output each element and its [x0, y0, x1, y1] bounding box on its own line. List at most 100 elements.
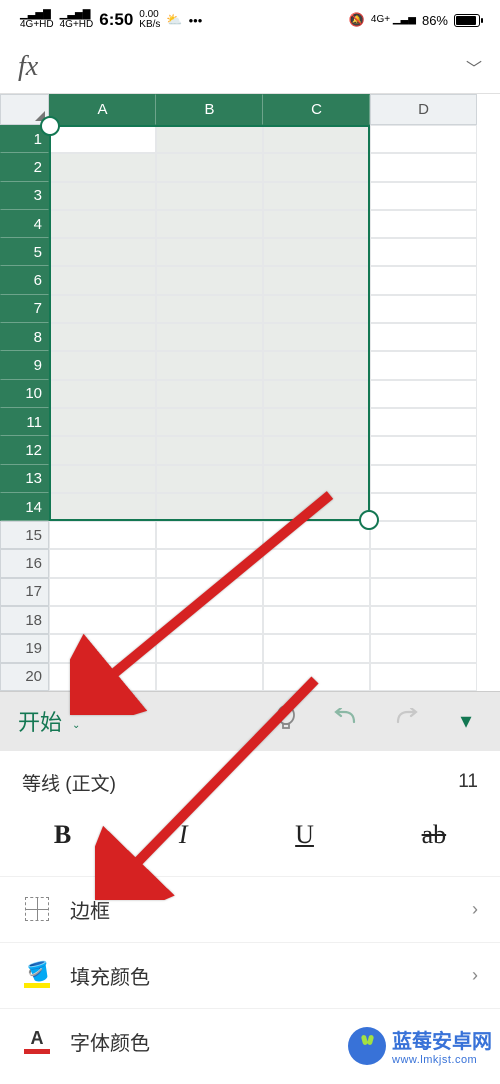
cell-B14[interactable]	[156, 493, 263, 521]
spreadsheet[interactable]: ABCD1234567891011121314151617181920	[0, 94, 500, 691]
select-all-corner[interactable]	[0, 94, 49, 125]
cell-B4[interactable]	[156, 210, 263, 238]
redo-icon[interactable]	[376, 708, 436, 734]
cell-A12[interactable]	[49, 436, 156, 464]
cell-D16[interactable]	[370, 549, 477, 577]
fx-icon[interactable]: fx	[18, 51, 38, 83]
cell-D13[interactable]	[370, 465, 477, 493]
cell-C18[interactable]	[263, 606, 370, 634]
cell-D19[interactable]	[370, 634, 477, 662]
cell-C20[interactable]	[263, 663, 370, 691]
italic-button[interactable]: I	[179, 820, 188, 850]
row-header-18[interactable]: 18	[0, 606, 49, 634]
cell-D6[interactable]	[370, 266, 477, 294]
cell-D12[interactable]	[370, 436, 477, 464]
cell-A2[interactable]	[49, 153, 156, 181]
cell-C8[interactable]	[263, 323, 370, 351]
cell-D11[interactable]	[370, 408, 477, 436]
cell-C9[interactable]	[263, 351, 370, 379]
cell-A4[interactable]	[49, 210, 156, 238]
undo-icon[interactable]	[316, 708, 376, 734]
cell-A19[interactable]	[49, 634, 156, 662]
font-name[interactable]: 等线 (正文)	[22, 769, 116, 796]
cell-C6[interactable]	[263, 266, 370, 294]
expand-formula-icon[interactable]: ﹀	[466, 55, 482, 79]
cell-B9[interactable]	[156, 351, 263, 379]
cell-C10[interactable]	[263, 380, 370, 408]
cell-D15[interactable]	[370, 521, 477, 549]
cell-B6[interactable]	[156, 266, 263, 294]
cell-D18[interactable]	[370, 606, 477, 634]
cell-A9[interactable]	[49, 351, 156, 379]
cell-C7[interactable]	[263, 295, 370, 323]
cell-B11[interactable]	[156, 408, 263, 436]
cell-A10[interactable]	[49, 380, 156, 408]
cell-D9[interactable]	[370, 351, 477, 379]
row-header-19[interactable]: 19	[0, 634, 49, 662]
cell-B16[interactable]	[156, 549, 263, 577]
cell-C17[interactable]	[263, 578, 370, 606]
cell-C1[interactable]	[263, 125, 370, 153]
cell-C14[interactable]	[263, 493, 370, 521]
column-header-D[interactable]: D	[370, 94, 477, 125]
cell-D2[interactable]	[370, 153, 477, 181]
cell-B19[interactable]	[156, 634, 263, 662]
cell-B18[interactable]	[156, 606, 263, 634]
bold-button[interactable]: B	[54, 820, 71, 850]
cell-D7[interactable]	[370, 295, 477, 323]
row-header-16[interactable]: 16	[0, 549, 49, 577]
row-header-5[interactable]: 5	[0, 238, 49, 266]
cell-A3[interactable]	[49, 182, 156, 210]
cell-C13[interactable]	[263, 465, 370, 493]
column-header-C[interactable]: C	[263, 94, 370, 125]
strikethrough-button[interactable]: ab	[422, 820, 447, 850]
row-header-20[interactable]: 20	[0, 663, 49, 691]
cell-D4[interactable]	[370, 210, 477, 238]
cell-B17[interactable]	[156, 578, 263, 606]
row-header-7[interactable]: 7	[0, 295, 49, 323]
cell-A17[interactable]	[49, 578, 156, 606]
cell-C12[interactable]	[263, 436, 370, 464]
row-header-10[interactable]: 10	[0, 380, 49, 408]
row-header-14[interactable]: 14	[0, 493, 49, 521]
cell-A5[interactable]	[49, 238, 156, 266]
row-header-15[interactable]: 15	[0, 521, 49, 549]
cell-D5[interactable]	[370, 238, 477, 266]
cell-A11[interactable]	[49, 408, 156, 436]
row-header-17[interactable]: 17	[0, 578, 49, 606]
row-header-12[interactable]: 12	[0, 436, 49, 464]
cell-A18[interactable]	[49, 606, 156, 634]
cell-C15[interactable]	[263, 521, 370, 549]
lightbulb-icon[interactable]	[256, 705, 316, 737]
cell-C11[interactable]	[263, 408, 370, 436]
row-header-13[interactable]: 13	[0, 465, 49, 493]
cell-D20[interactable]	[370, 663, 477, 691]
row-header-2[interactable]: 2	[0, 153, 49, 181]
cell-B20[interactable]	[156, 663, 263, 691]
cell-A14[interactable]	[49, 493, 156, 521]
cell-B1[interactable]	[156, 125, 263, 153]
cell-B12[interactable]	[156, 436, 263, 464]
font-row[interactable]: 等线 (正文) 11	[0, 751, 500, 798]
cell-D10[interactable]	[370, 380, 477, 408]
cell-A20[interactable]	[49, 663, 156, 691]
cell-C4[interactable]	[263, 210, 370, 238]
row-header-3[interactable]: 3	[0, 182, 49, 210]
cell-A8[interactable]	[49, 323, 156, 351]
cell-D17[interactable]	[370, 578, 477, 606]
row-header-1[interactable]: 1	[0, 125, 49, 153]
row-header-8[interactable]: 8	[0, 323, 49, 351]
ribbon-start-tab[interactable]: 开始 ⌃⌄	[4, 705, 94, 737]
cell-B10[interactable]	[156, 380, 263, 408]
row-header-4[interactable]: 4	[0, 210, 49, 238]
cell-A16[interactable]	[49, 549, 156, 577]
cell-C5[interactable]	[263, 238, 370, 266]
cell-B2[interactable]	[156, 153, 263, 181]
row-header-6[interactable]: 6	[0, 266, 49, 294]
underline-button[interactable]: U	[295, 820, 314, 850]
cell-B5[interactable]	[156, 238, 263, 266]
column-header-A[interactable]: A	[49, 94, 156, 125]
cell-C19[interactable]	[263, 634, 370, 662]
cell-B3[interactable]	[156, 182, 263, 210]
cell-B7[interactable]	[156, 295, 263, 323]
